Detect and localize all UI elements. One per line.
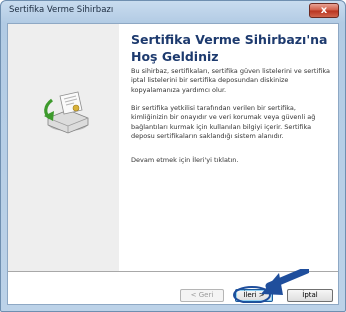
close-button[interactable]: x [309, 3, 339, 18]
certificate-export-icon [44, 91, 89, 134]
wizard-window: Sertifika Verme Sihirbazı x Sertifika Ve… [0, 0, 346, 312]
wizard-description: Bu sihirbaz, sertifikaları, sertifika gü… [131, 67, 330, 94]
next-button[interactable]: İleri > [235, 289, 273, 302]
wizard-certificate-info: Bir sertifika yetkilisi tarafından veril… [131, 104, 316, 141]
wizard-heading: Sertifika Verme Sihirbazı'na Hoş Geldini… [131, 32, 328, 64]
back-button[interactable]: < Geri [180, 289, 224, 302]
button-separator [8, 271, 338, 273]
close-icon: x [320, 5, 328, 16]
title-bar[interactable]: Sertifika Verme Sihirbazı x [1, 1, 345, 23]
wizard-client-area: Sertifika Verme Sihirbazı'na Hoş Geldini… [7, 23, 339, 305]
wizard-instruction: Devam etmek için İleri'yi tıklatın. [131, 156, 239, 164]
cancel-button[interactable]: İptal [287, 289, 333, 302]
window-title: Sertifika Verme Sihirbazı [9, 5, 114, 15]
wizard-side-panel [8, 24, 119, 271]
